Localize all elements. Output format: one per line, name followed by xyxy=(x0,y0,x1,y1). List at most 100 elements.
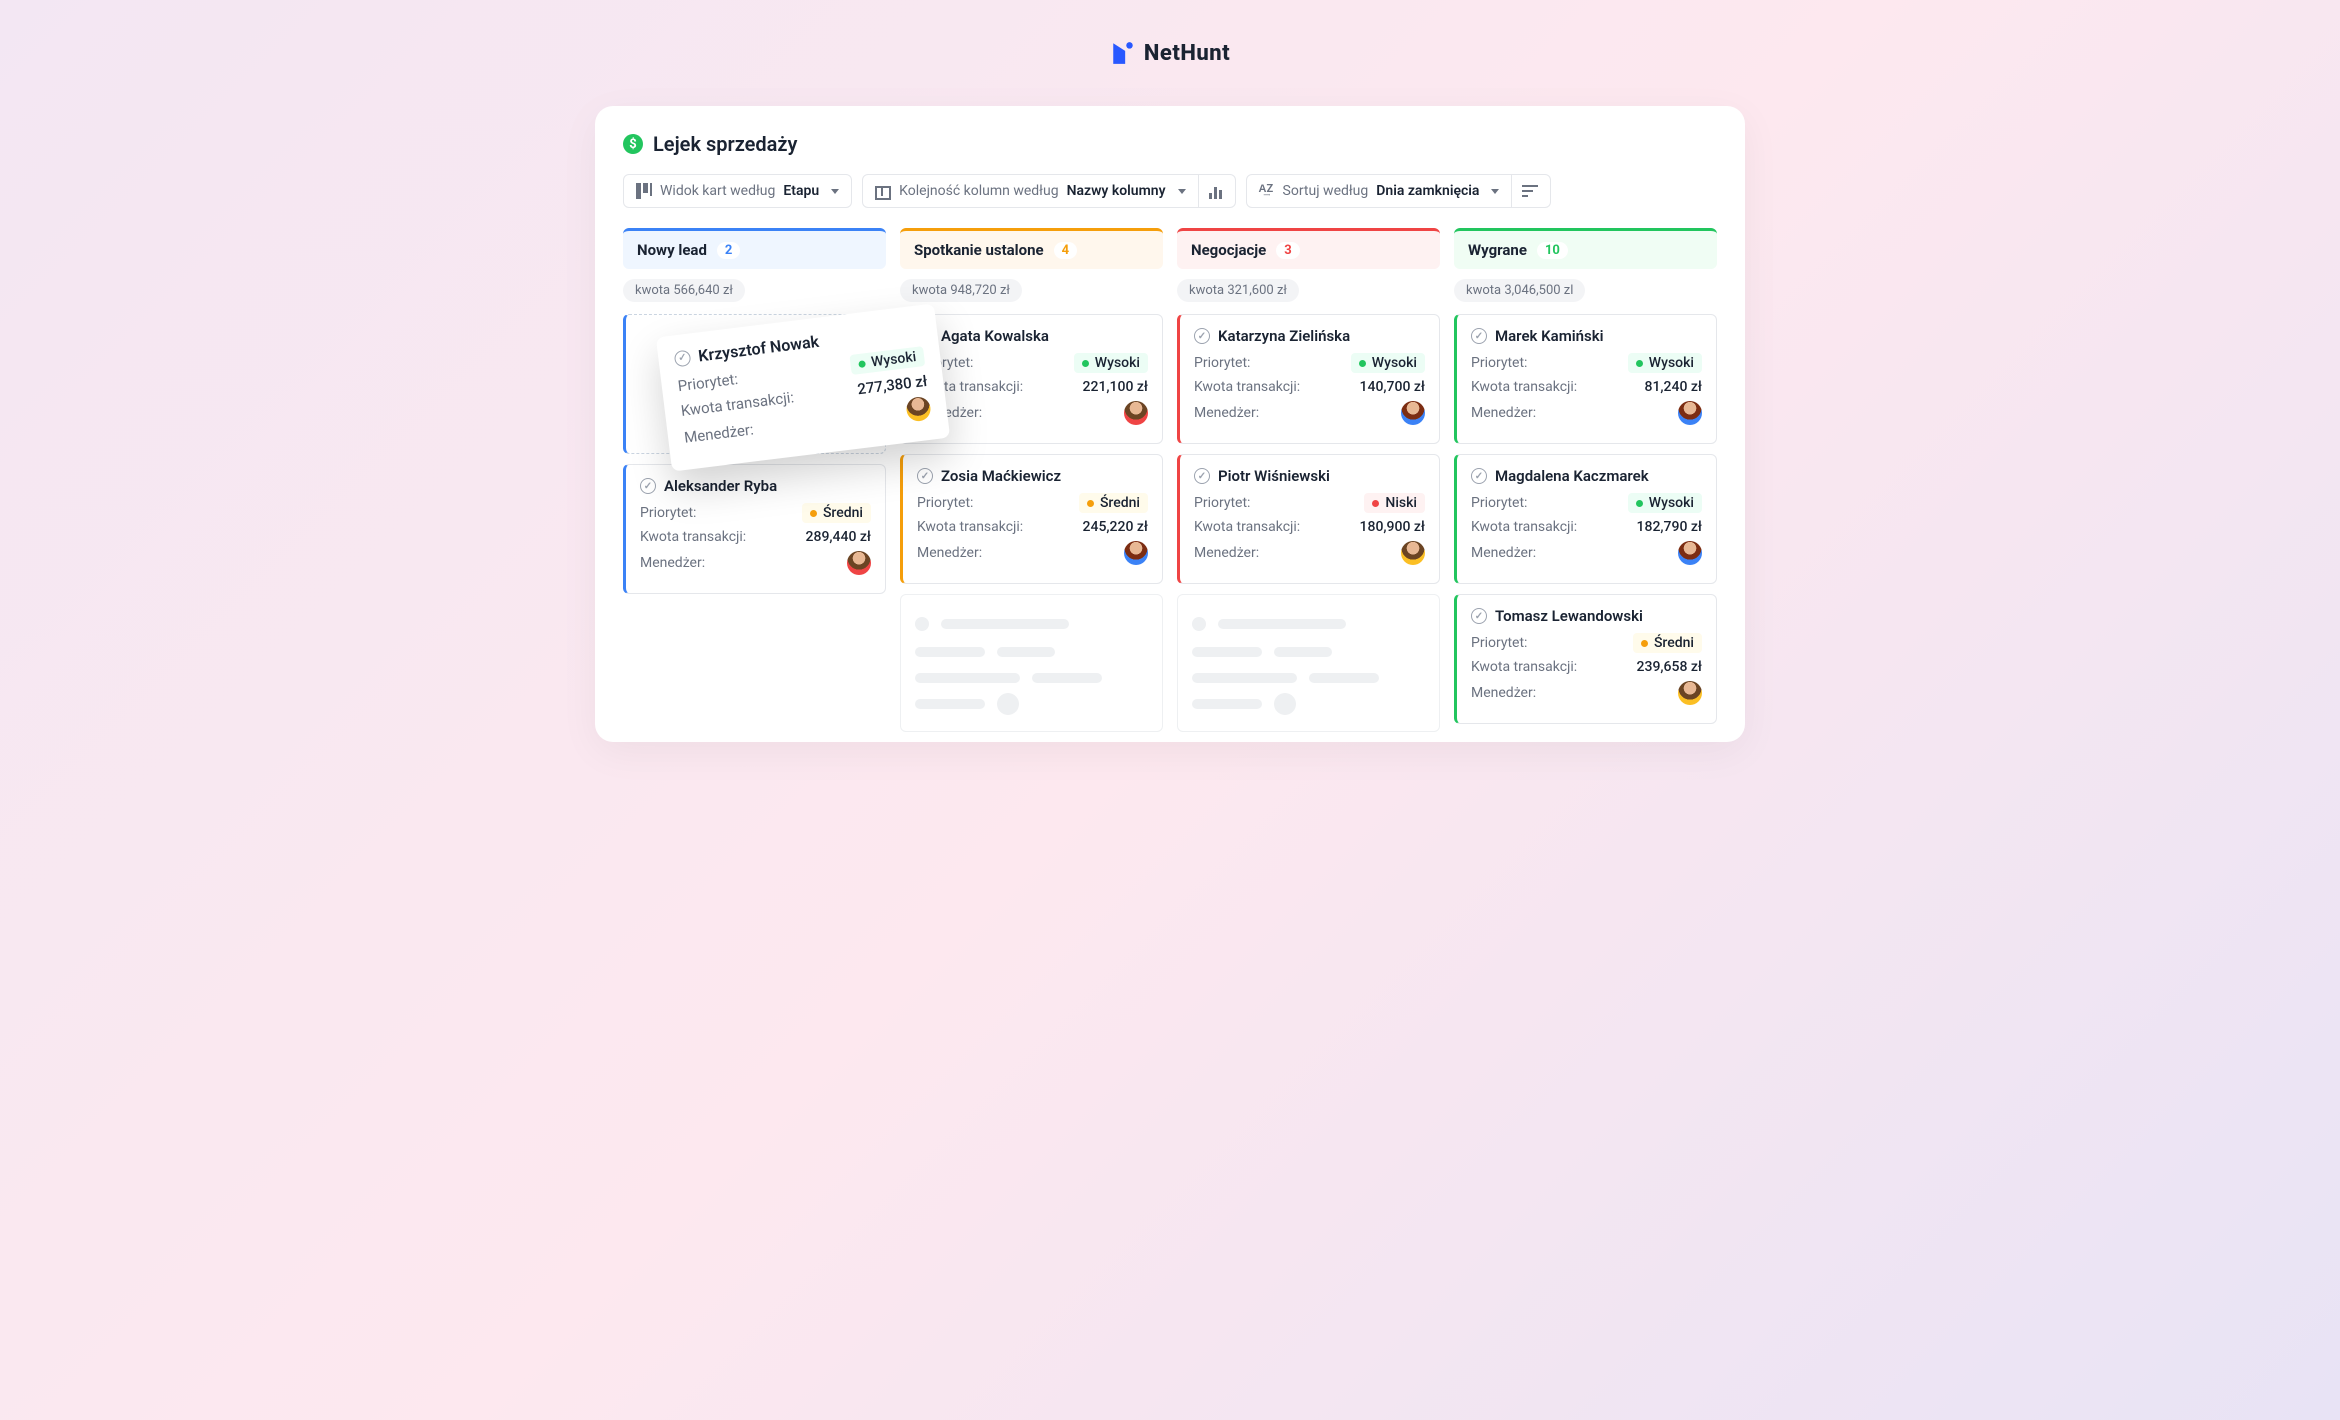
deal-card[interactable]: ✓ Katarzyna Zielińska Priorytet: Wysoki … xyxy=(1177,314,1440,444)
column-count-badge: 3 xyxy=(1276,242,1299,259)
amount-label: Kwota transakcji: xyxy=(1471,519,1577,535)
deal-card[interactable]: ✓ Magdalena Kaczmarek Priorytet: Wysoki … xyxy=(1454,454,1717,584)
status-dot-icon xyxy=(1641,640,1648,647)
priority-pill: Wysoki xyxy=(1628,353,1702,373)
app-window: $ Lejek sprzedaży Widok kart według Etap… xyxy=(595,106,1745,742)
priority-value: Niski xyxy=(1385,495,1417,511)
priority-label: Priorytet: xyxy=(1471,635,1527,651)
avatar xyxy=(1678,401,1702,425)
priority-value: Średni xyxy=(1100,495,1140,511)
page-header: $ Lejek sprzedaży xyxy=(623,132,1717,156)
check-circle-icon: ✓ xyxy=(917,468,933,484)
manager-label: Menedżer: xyxy=(1471,545,1536,561)
priority-value: Wysoki xyxy=(1372,355,1417,371)
column-header[interactable]: Spotkanie ustalone 4 xyxy=(900,228,1163,269)
priority-pill: Wysoki xyxy=(849,346,925,375)
manager-label: Menedżer: xyxy=(917,545,982,561)
priority-value: Średni xyxy=(823,505,863,521)
view-value: Etapu xyxy=(783,183,819,199)
priority-label: Priorytet: xyxy=(1194,355,1250,371)
brand-logo: NetHunt xyxy=(0,40,2340,66)
avatar xyxy=(1678,681,1702,705)
status-dot-icon xyxy=(1082,360,1089,367)
priority-label: Priorytet: xyxy=(917,495,973,511)
amount-label: Kwota transakcji: xyxy=(1471,379,1577,395)
check-circle-icon: ✓ xyxy=(1471,468,1487,484)
avatar xyxy=(1124,541,1148,565)
amount-value: 289,440 zł xyxy=(806,529,871,545)
order-label: Kolejność kolumn według xyxy=(899,183,1058,199)
chevron-down-icon xyxy=(1178,189,1186,194)
priority-pill: Wysoki xyxy=(1628,493,1702,513)
deal-card[interactable]: ✓ Piotr Wiśniewski Priorytet: Niski Kwot… xyxy=(1177,454,1440,584)
column-count-badge: 10 xyxy=(1537,242,1568,259)
bar-chart-icon xyxy=(1209,183,1225,199)
chevron-down-icon xyxy=(1491,189,1499,194)
kanban-column-negotiation: Negocjacje 3 kwota 321,600 zł ✓ Katarzyna… xyxy=(1177,228,1440,742)
status-dot-icon xyxy=(1372,500,1379,507)
amount-value: 277,380 zł xyxy=(856,372,928,398)
toolbar: Widok kart według Etapu Kolejność kolumn… xyxy=(623,174,1717,208)
deal-card[interactable]: ✓ Marek Kamiński Priorytet: Wysoki Kwota… xyxy=(1454,314,1717,444)
priority-pill: Wysoki xyxy=(1351,353,1425,373)
view-dropdown[interactable]: Widok kart według Etapu xyxy=(623,174,852,208)
column-total-pill: kwota 3,046,500 zl xyxy=(1454,279,1585,302)
deal-card[interactable]: ✓ Tomasz Lewandowski Priorytet: Średni K… xyxy=(1454,594,1717,724)
dollar-icon: $ xyxy=(623,134,643,154)
priority-value: Wysoki xyxy=(870,349,917,370)
amount-label: Kwota transakcji: xyxy=(1194,379,1300,395)
priority-label: Priorytet: xyxy=(1471,355,1527,371)
kanban-board: Nowy lead 2kwota 566,640 zł ✓ Aleksander… xyxy=(623,228,1717,742)
manager-label: Menedżer: xyxy=(1471,405,1536,421)
order-value: Nazwy kolumny xyxy=(1067,183,1166,199)
deal-card[interactable]: ✓ Aleksander Ryba Priorytet: Średni Kwot… xyxy=(623,464,886,594)
amount-label: Kwota transakcji: xyxy=(640,529,746,545)
check-circle-icon: ✓ xyxy=(1194,328,1210,344)
nethunt-logo-icon xyxy=(1110,40,1136,66)
check-circle-icon: ✓ xyxy=(1471,608,1487,624)
column-count-badge: 2 xyxy=(717,242,740,259)
priority-label: Priorytet: xyxy=(1194,495,1250,511)
manager-label: Menedżer: xyxy=(1194,405,1259,421)
chart-button[interactable] xyxy=(1199,174,1236,208)
avatar xyxy=(905,396,932,423)
amount-value: 221,100 zł xyxy=(1083,379,1148,395)
column-title: Wygrane xyxy=(1468,241,1527,259)
amount-label: Kwota transakcji: xyxy=(917,519,1023,535)
column-title: Nowy lead xyxy=(637,241,707,259)
column-header[interactable]: Negocjacje 3 xyxy=(1177,228,1440,269)
column-header[interactable]: Nowy lead 2 xyxy=(623,228,886,269)
sort-dropdown[interactable]: A͢Z Sortuj według Dnia zamknięcia xyxy=(1246,174,1513,208)
status-dot-icon xyxy=(1359,360,1366,367)
card-person-name: Tomasz Lewandowski xyxy=(1495,607,1643,625)
column-header[interactable]: Wygrane 10 xyxy=(1454,228,1717,269)
status-dot-icon xyxy=(1087,500,1094,507)
chevron-down-icon xyxy=(831,189,839,194)
amount-value: 245,220 zł xyxy=(1083,519,1148,535)
avatar xyxy=(847,551,871,575)
kanban-icon xyxy=(636,183,652,199)
manager-label: Menedżer: xyxy=(683,420,754,446)
priority-value: Średni xyxy=(1654,635,1694,651)
column-order-dropdown[interactable]: Kolejność kolumn według Nazwy kolumny xyxy=(862,174,1198,208)
skeleton-card xyxy=(900,594,1163,732)
priority-label: Priorytet: xyxy=(1471,495,1527,511)
skeleton-card xyxy=(1177,594,1440,732)
kanban-column-won: Wygrane 10 kwota 3,046,500 zl ✓ Marek Kam… xyxy=(1454,228,1717,742)
view-label: Widok kart według xyxy=(660,183,775,199)
status-dot-icon xyxy=(1636,500,1643,507)
amount-value: 140,700 zł xyxy=(1360,379,1425,395)
brand-name: NetHunt xyxy=(1144,41,1230,66)
priority-pill: Niski xyxy=(1364,493,1425,513)
priority-label: Priorytet: xyxy=(677,370,739,395)
amount-value: 81,240 zł xyxy=(1645,379,1703,395)
card-person-name: Piotr Wiśniewski xyxy=(1218,467,1330,485)
card-person-name: Marek Kamiński xyxy=(1495,327,1604,345)
priority-label: Priorytet: xyxy=(640,505,696,521)
sort-direction-button[interactable] xyxy=(1512,174,1551,208)
manager-label: Menedżer: xyxy=(1471,685,1536,701)
deal-card[interactable]: ✓ Zosia Maćkiewicz Priorytet: Średni Kwo… xyxy=(900,454,1163,584)
column-total-pill: kwota 948,720 zł xyxy=(900,279,1022,302)
card-person-name: Magdalena Kaczmarek xyxy=(1495,467,1649,485)
column-total-pill: kwota 321,600 zł xyxy=(1177,279,1299,302)
